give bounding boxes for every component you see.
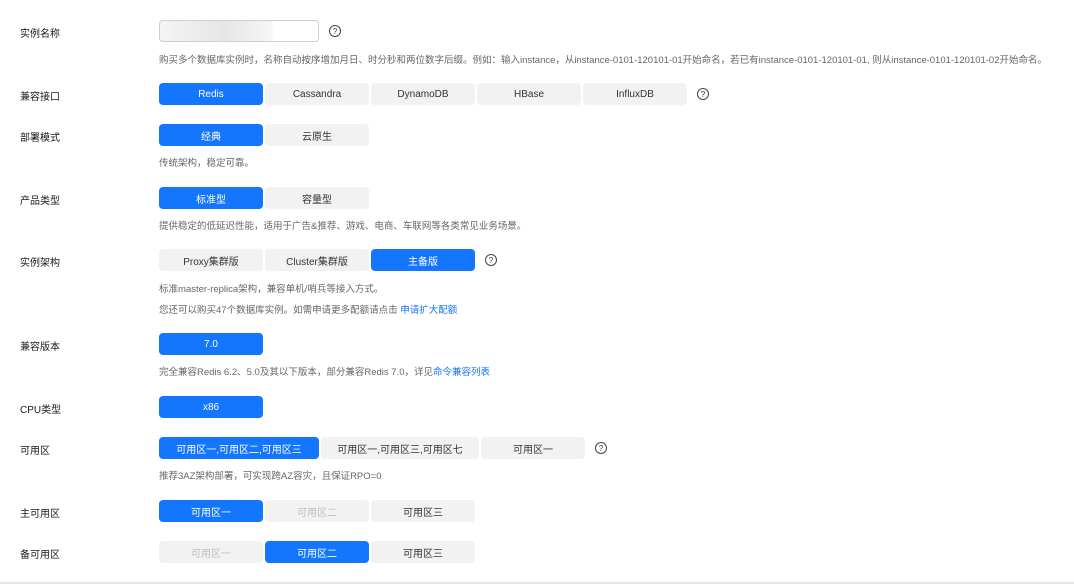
product-type-option[interactable]: 标准型 xyxy=(159,187,263,209)
architecture-option[interactable]: Cluster集群版 xyxy=(265,249,369,271)
help-icon[interactable]: ? xyxy=(485,254,497,266)
version-hint: 完全兼容Redis 6.2、5.0及其以下版本，部分兼容Redis 7.0，详见… xyxy=(159,364,490,378)
label: 备可用区 xyxy=(20,550,60,561)
primary-az-option[interactable]: 可用区三 xyxy=(371,500,475,522)
cpu-option[interactable]: x86 xyxy=(159,396,263,418)
instance-name-input[interactable] xyxy=(159,20,319,42)
label: 兼容版本 xyxy=(20,342,60,353)
help-icon[interactable]: ? xyxy=(595,442,607,454)
compat-api-option[interactable]: InfluxDB xyxy=(583,83,687,105)
primary-az-option[interactable]: 可用区二 xyxy=(265,500,369,522)
az-hint: 推荐3AZ架构部署，可实现跨AZ容灾，且保证RPO=0 xyxy=(159,471,382,482)
label: 主可用区 xyxy=(20,509,60,520)
standby-az-option[interactable]: 可用区三 xyxy=(371,541,475,563)
quota-text: 您还可以购买47个数据库实例。如需申请更多配额请点击 xyxy=(159,305,398,316)
compat-api-option[interactable]: Redis xyxy=(159,83,263,105)
standby-az-option[interactable]: 可用区一 xyxy=(159,541,263,563)
deploy-mode-option[interactable]: 经典 xyxy=(159,124,263,146)
label: CPU类型 xyxy=(20,405,62,416)
compat-api-option[interactable]: HBase xyxy=(477,83,581,105)
help-icon[interactable]: ? xyxy=(329,25,341,37)
version-option[interactable]: 7.0 xyxy=(159,333,263,355)
standby-az-option[interactable]: 可用区二 xyxy=(265,541,369,563)
product-type-hint: 提供稳定的低延迟性能，适用于广告&推荐、游戏、电商、车联网等各类常见业务场景。 xyxy=(159,221,527,232)
label: 实例名称 xyxy=(20,29,60,40)
expand-quota-link[interactable]: 申请扩大配额 xyxy=(400,305,457,316)
compat-api-option[interactable]: DynamoDB xyxy=(371,83,475,105)
primary-az-option[interactable]: 可用区一 xyxy=(159,500,263,522)
architecture-option[interactable]: 主备版 xyxy=(371,249,475,271)
version-hint-text: 完全兼容Redis 6.2、5.0及其以下版本，部分兼容Redis 7.0，详见 xyxy=(159,367,433,378)
label: 兼容接口 xyxy=(20,92,60,103)
az-option[interactable]: 可用区一 xyxy=(481,437,585,459)
label: 可用区 xyxy=(20,446,50,457)
deploy-mode-hint: 传统架构，稳定可靠。 xyxy=(159,158,255,169)
architecture-hint: 标准master-replica架构，兼容单机/哨兵等接入方式。 xyxy=(159,284,384,295)
compat-api-option[interactable]: Cassandra xyxy=(265,83,369,105)
product-type-option[interactable]: 容量型 xyxy=(265,187,369,209)
az-option[interactable]: 可用区一,可用区三,可用区七 xyxy=(321,437,479,459)
deploy-mode-option[interactable]: 云原生 xyxy=(265,124,369,146)
az-option[interactable]: 可用区一,可用区二,可用区三 xyxy=(159,437,319,459)
label: 产品类型 xyxy=(20,196,60,207)
label: 部署模式 xyxy=(20,133,60,144)
quota-hint: 您还可以购买47个数据库实例。如需申请更多配额请点击 申请扩大配额 xyxy=(159,302,457,316)
help-icon[interactable]: ? xyxy=(697,88,709,100)
architecture-option[interactable]: Proxy集群版 xyxy=(159,249,263,271)
instance-name-hint: 购买多个数据库实例时，名称自动按序增加月日、时分秒和两位数字后缀。例如：输入in… xyxy=(159,55,1047,66)
command-compat-link[interactable]: 命令兼容列表 xyxy=(433,367,490,378)
label: 实例架构 xyxy=(20,258,60,269)
